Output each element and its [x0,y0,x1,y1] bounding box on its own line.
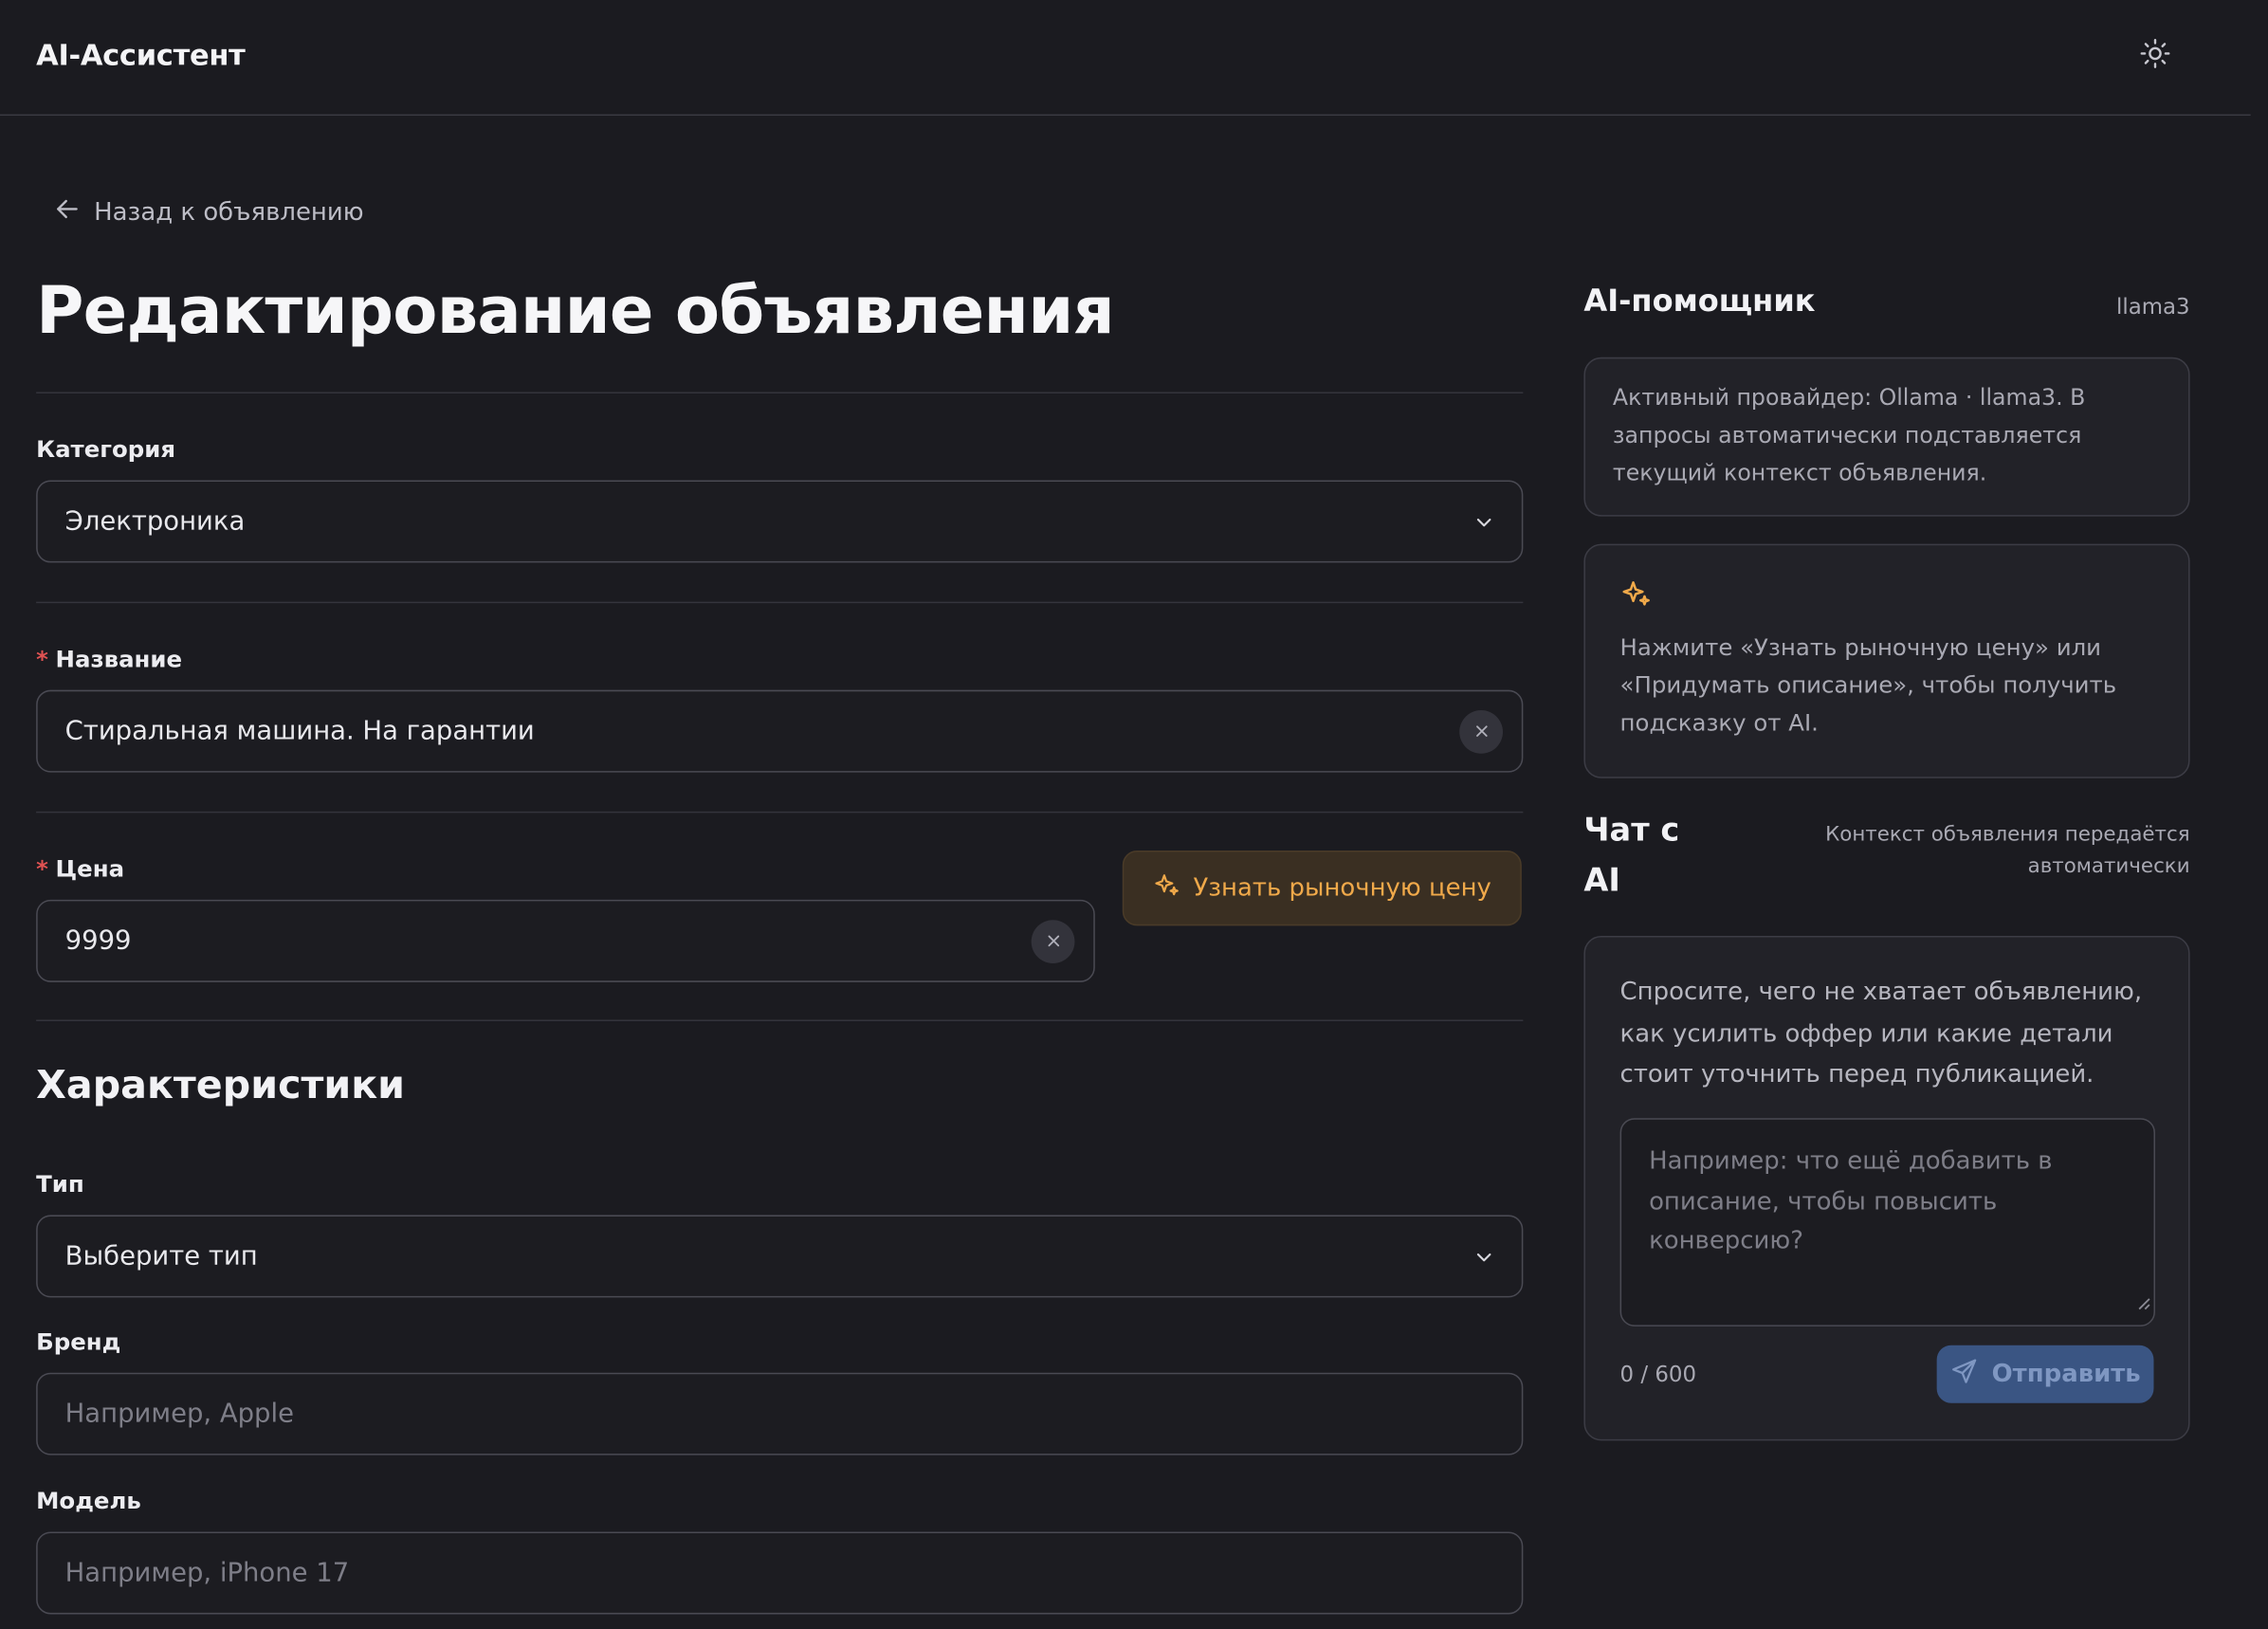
chat-context-note: Контекст объявления передаётся автоматич… [1825,823,2190,878]
title-label: * Название [36,645,182,672]
hint-text: Нажмите «Узнать рыночную цену» или «Прид… [1619,633,2117,737]
close-icon [1473,716,1490,746]
provider-info-text: Активный провайдер: Ollama · llama3. В з… [1612,384,2086,486]
sun-icon [2139,38,2171,76]
hint-card: Нажмите «Узнать рыночную цену» или «Прид… [1583,543,2190,778]
arrow-left-icon [53,195,81,230]
divider [36,601,1524,604]
sparkles-icon [1620,577,2154,630]
back-link-label: Назад к объявлению [94,197,364,228]
sparkles-icon [1153,870,1180,906]
price-value: 9999 [64,925,132,957]
title-label-text: Название [55,645,183,673]
back-link[interactable]: Назад к объявлению [53,195,364,230]
provider-info-card: Активный провайдер: Ollama · llama3. В з… [1583,357,2190,517]
market-price-label: Узнать рыночную цену [1193,873,1491,903]
chevron-down-icon [1473,511,1493,531]
assistant-title: AI-помощник [1583,283,1816,319]
title-value: Стиральная машина. На гарантии [64,716,535,747]
close-icon [1045,925,1061,956]
required-mark: * [36,854,48,883]
divider [36,811,1524,814]
page-title: Редактирование объявления [36,271,1115,349]
type-value: Выберите тип [64,1240,258,1272]
chat-message-input[interactable]: Например: что ещё добавить в описание, ч… [1619,1118,2155,1327]
send-button-label: Отправить [1991,1359,2141,1389]
clear-price-button[interactable] [1031,919,1075,963]
divider [36,1019,1524,1022]
chevron-down-icon [1473,1246,1493,1266]
title-input[interactable]: Стиральная машина. На гарантии [36,689,1524,773]
model-input[interactable]: Например, iPhone 17 [36,1531,1524,1615]
price-label-text: Цена [55,854,125,883]
market-price-button[interactable]: Узнать рыночную цену [1122,850,1522,926]
char-counter: 0 / 600 [1619,1361,1697,1387]
category-select[interactable]: Электроника [36,480,1524,563]
brand-input[interactable]: Например, Apple [36,1372,1524,1455]
send-button[interactable]: Отправить [1936,1345,2154,1403]
clear-title-button[interactable] [1459,709,1503,754]
model-label: Модель [36,1487,141,1515]
chat-title: Чат с AI [1583,813,1680,900]
send-icon [1949,1356,1979,1392]
brand-placeholder: Например, Apple [64,1399,295,1430]
type-select[interactable]: Выберите тип [36,1215,1524,1298]
app-brand: AI-Ассистент [36,37,246,73]
divider [36,392,1524,394]
chat-intro: Спросите, чего не хватает объявлению, ка… [1619,978,2143,1089]
model-placeholder: Например, iPhone 17 [64,1557,350,1588]
price-input[interactable]: 9999 [36,899,1095,982]
brand-label: Бренд [36,1327,121,1356]
category-label: Категория [36,435,176,464]
resize-handle-icon[interactable] [2136,1284,2150,1324]
header-divider [0,114,2251,117]
chat-message-placeholder: Например: что ещё добавить в описание, ч… [1649,1146,2053,1256]
specs-title: Характеристики [36,1063,406,1108]
theme-toggle-button[interactable] [2135,36,2176,77]
price-label: * Цена [36,855,124,883]
assistant-model: llama3 [2115,293,2190,320]
category-value: Электроника [64,505,246,537]
type-label: Тип [36,1170,84,1199]
required-mark: * [36,645,48,673]
